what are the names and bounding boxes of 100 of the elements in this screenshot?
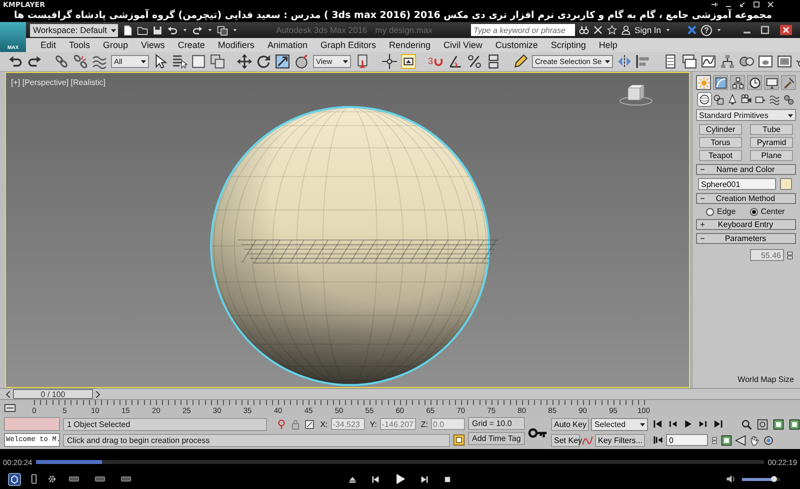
sign-in-link[interactable]: Sign In <box>634 25 661 35</box>
restore-icon[interactable] <box>739 1 746 8</box>
project-folder-icon[interactable] <box>217 24 228 36</box>
skip-end-icon[interactable] <box>713 419 723 429</box>
layers-icon[interactable] <box>662 54 678 69</box>
maximize-icon[interactable] <box>753 1 760 8</box>
star-icon[interactable] <box>606 25 617 35</box>
time-slider-thumb[interactable]: 0 / 100 <box>13 389 93 399</box>
scale-square-icon[interactable] <box>275 54 290 69</box>
mirror-icon[interactable] <box>616 54 632 69</box>
caret-icon[interactable] <box>207 27 214 33</box>
caret-icon[interactable] <box>341 57 350 66</box>
close-icon[interactable] <box>767 1 774 8</box>
seek-bar[interactable] <box>36 460 764 464</box>
stacked-windows-icon[interactable] <box>682 54 697 69</box>
previous-icon[interactable] <box>371 474 380 484</box>
percent-icon[interactable] <box>467 54 482 69</box>
skip-start-icon[interactable] <box>653 419 663 429</box>
object-type-button[interactable]: Plane <box>750 150 793 161</box>
radio-button[interactable] <box>706 208 714 216</box>
rotate-arrow-icon[interactable] <box>256 54 271 69</box>
folder-icon[interactable] <box>137 24 148 36</box>
overlapping-squares-icon[interactable] <box>210 54 225 69</box>
user-icon[interactable] <box>620 25 631 35</box>
name-field[interactable]: Sphere001 <box>698 178 776 190</box>
expand-icon[interactable] <box>699 221 706 228</box>
object-type-button[interactable]: Torus <box>699 137 742 148</box>
align-icon[interactable] <box>636 54 651 69</box>
viewport-label[interactable]: [+] [Perspective] [Realistic] <box>11 78 106 87</box>
track-bar-icon[interactable] <box>4 402 16 414</box>
menu-item[interactable]: Customize <box>488 40 544 50</box>
orbit-icon[interactable] <box>763 434 774 446</box>
caret-icon[interactable] <box>182 27 188 33</box>
cursor-arrow-icon[interactable] <box>153 54 168 69</box>
eject-icon[interactable] <box>348 474 357 484</box>
cube-badge-icon[interactable] <box>8 472 21 486</box>
category-dropdown[interactable]: Standard Primitives <box>696 109 796 121</box>
next-icon[interactable] <box>420 474 429 484</box>
frame-window-icon[interactable] <box>776 54 792 69</box>
chevron-left-icon[interactable] <box>4 390 13 398</box>
globe-icon[interactable] <box>294 54 309 69</box>
spheres-icon[interactable] <box>738 54 754 69</box>
step-forward-icon[interactable] <box>698 419 708 429</box>
menu-item[interactable]: Modifiers <box>211 40 261 50</box>
hand-icon[interactable] <box>749 434 760 446</box>
set-key-button[interactable]: Set Key <box>551 434 580 446</box>
list-icon[interactable] <box>172 54 187 69</box>
menu-item[interactable]: Scripting <box>544 40 592 50</box>
pencil-icon[interactable] <box>513 54 528 69</box>
graph-window-icon[interactable] <box>700 54 716 69</box>
zoom-all-icon[interactable] <box>757 418 768 430</box>
radius-field[interactable]: 55.46 <box>750 249 784 261</box>
menu-item[interactable]: Create <box>171 40 212 50</box>
play-icon[interactable] <box>394 473 406 485</box>
zoom-extents-icon[interactable] <box>789 418 800 430</box>
play-icon[interactable] <box>683 419 693 429</box>
broken-chain-icon[interactable] <box>73 54 88 69</box>
keyboard-toggle-icon[interactable] <box>401 54 416 69</box>
angle-icon[interactable] <box>448 54 464 69</box>
x-logo-icon[interactable] <box>687 25 697 35</box>
menu-item[interactable]: Animation <box>260 40 314 50</box>
binoculars-icon[interactable] <box>578 25 589 35</box>
view-cube-icon[interactable] <box>620 84 652 106</box>
sphere-drawing[interactable] <box>210 106 490 386</box>
wave-lines-icon[interactable] <box>92 54 107 69</box>
object-type-button[interactable]: Teapot <box>699 150 742 161</box>
menu-item[interactable]: Group <box>96 40 135 50</box>
menu-item[interactable]: Graph Editors <box>314 40 382 50</box>
speaker-icon[interactable] <box>726 474 736 484</box>
caret-icon[interactable] <box>232 27 238 33</box>
move-arrows-icon[interactable] <box>237 54 252 69</box>
caret-icon[interactable] <box>665 27 671 33</box>
new-file-icon[interactable] <box>122 24 134 36</box>
spinner-icon[interactable] <box>786 250 794 260</box>
stop-icon[interactable] <box>443 474 452 484</box>
color-swatch[interactable] <box>780 178 792 190</box>
pin-marker-icon[interactable] <box>276 418 288 430</box>
field-of-view-icon[interactable] <box>735 434 746 446</box>
box-icon[interactable] <box>304 418 316 430</box>
menu-item[interactable]: Civil View <box>437 40 489 50</box>
node-tree-icon[interactable] <box>720 54 735 69</box>
collapse-icon[interactable] <box>699 235 706 242</box>
menu-item[interactable]: Views <box>134 40 172 50</box>
rollout-header[interactable]: Parameters <box>696 233 796 244</box>
key-mode-dropdown[interactable]: Selected <box>591 418 648 430</box>
redo-arrow-icon[interactable] <box>27 54 42 69</box>
caret-icon[interactable] <box>716 27 722 33</box>
zoom-extents-icon[interactable] <box>773 418 784 430</box>
rollout-header[interactable]: Name and Color <box>696 164 796 175</box>
gear-icon[interactable] <box>47 474 57 484</box>
coordinate-field[interactable]: 0.0 <box>431 418 465 430</box>
rollout-header[interactable]: Keyboard Entry <box>696 219 796 230</box>
caret-icon[interactable] <box>139 57 148 66</box>
collapse-icon[interactable] <box>699 195 706 202</box>
pivot-icon[interactable] <box>355 54 370 69</box>
help-button[interactable]: ? <box>701 24 712 36</box>
coordinate-field[interactable]: -146.207 <box>380 418 416 430</box>
rollout-header[interactable]: Creation Method <box>696 193 796 204</box>
spinner-icon[interactable] <box>711 434 718 446</box>
key-filters-button[interactable]: Key Filters... <box>595 434 645 446</box>
